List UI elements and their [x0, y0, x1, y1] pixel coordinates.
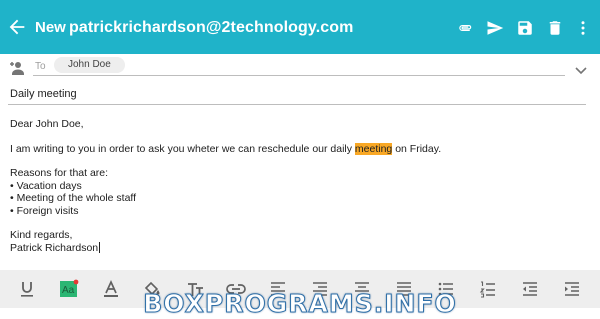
signature-text: Patrick Richardson [10, 241, 99, 254]
text-cursor [99, 241, 101, 253]
to-label: To [35, 61, 46, 72]
delete-icon[interactable] [546, 19, 564, 37]
recipient-chip[interactable]: John Doe [54, 57, 125, 73]
reasons-heading: Reasons for that are: [10, 167, 109, 179]
greeting-line: Dear John Doe, [10, 118, 84, 130]
recipients-row: To John Doe [0, 54, 600, 82]
request-line: I am writing to you in order to ask you … [10, 142, 590, 156]
send-icon[interactable] [486, 19, 504, 37]
watermark-text: BOXPROGRAMS.INFO [143, 289, 457, 319]
reason-item: • Foreign visits [10, 204, 79, 217]
request-text: I am writing to you in order to ask you … [10, 142, 355, 155]
signature-line: Patrick Richardson [10, 241, 590, 255]
sender-email: patrickrichardson@2technology.com [69, 19, 354, 36]
recipients-underline [33, 75, 565, 76]
compose-title: New [35, 19, 66, 36]
request-text-end: on Friday. [392, 142, 442, 155]
back-arrow-icon[interactable] [6, 16, 28, 38]
highlighted-word: meeting [354, 142, 393, 155]
closing-line: Kind regards, [10, 229, 73, 241]
chevron-down-icon[interactable] [575, 62, 587, 75]
save-icon[interactable] [516, 19, 534, 37]
subject-underline [8, 104, 586, 105]
reason-item: • Meeting of the whole staff [10, 192, 137, 204]
reason-item: • Vacation days [10, 179, 82, 192]
subject-field[interactable]: Daily meeting [10, 88, 77, 100]
more-vert-icon[interactable] [574, 19, 592, 37]
app-bar: New patrickrichardson@2technology.com [0, 0, 600, 54]
attachment-icon[interactable] [457, 19, 475, 37]
message-body[interactable]: Dear John Doe, I am writing to you in or… [10, 118, 590, 254]
add-contact-icon[interactable] [9, 60, 25, 78]
